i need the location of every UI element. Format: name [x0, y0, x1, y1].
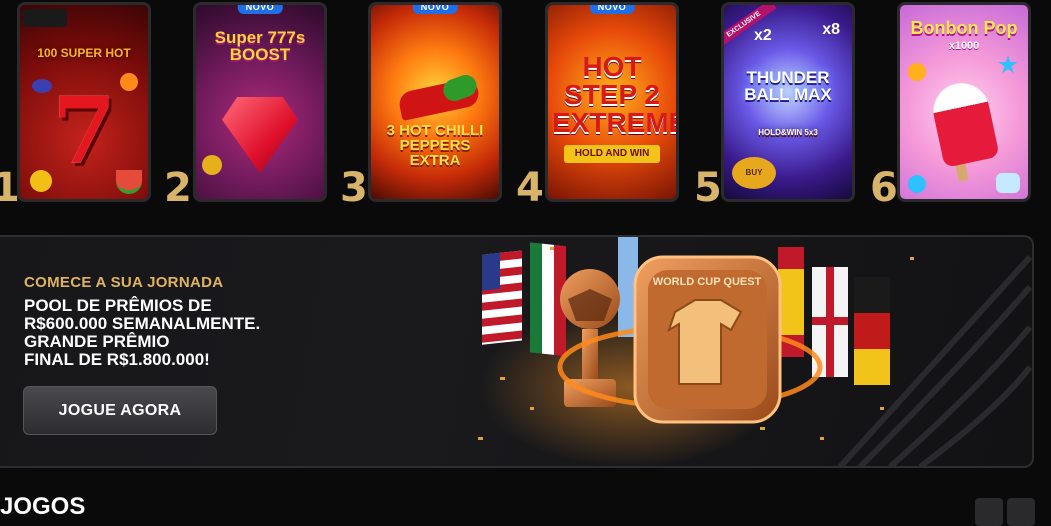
promo-artwork: WORLD CUP QUEST	[478, 237, 1032, 466]
candy-icon	[908, 175, 926, 193]
game-title: Super 777s BOOST	[214, 28, 306, 64]
new-badge: NOVO	[412, 5, 458, 14]
lemon-icon	[30, 170, 52, 192]
game-card-3-hot-chilli-peppers-extra[interactable]: NOVO 3 HOT CHILLI PEPPERS EXTRA	[368, 2, 502, 202]
promo-headline: POOL DE PRÊMIOS DE R$600.000 SEMANALMENT…	[24, 297, 354, 369]
multiplier-label: x2	[754, 27, 772, 44]
promo-kicker: COMECE A SUA JORNADA	[24, 274, 224, 291]
game-card-thunder-ball-max[interactable]: EXCLUSIVE x2 x8 THUNDER BALL MAX HOLD&WI…	[721, 2, 855, 202]
game-title: 100 SUPER HOT	[37, 46, 131, 60]
headline-line: GRANDE PRÊMIO	[24, 332, 170, 351]
headline-line: R$600.000 SEMANALMENTE.	[24, 314, 261, 333]
carousel-nav	[975, 498, 1035, 526]
candy-icon	[908, 63, 926, 81]
orange-icon	[120, 73, 138, 91]
game-card-super-777s-boost[interactable]: NOVO Super 777s BOOST	[193, 2, 327, 202]
game-title: THUNDER BALL MAX	[744, 68, 832, 104]
carousel-prev-button[interactable]	[975, 498, 1003, 526]
game-title: 3 HOT CHILLI PEPPERS EXTRA	[386, 122, 484, 169]
game-title: HOT STEP 2 EXTREME	[552, 51, 679, 138]
plum-icon	[32, 79, 52, 93]
badge-title: WORLD CUP QUEST	[653, 276, 762, 288]
multiplier-label: x1000	[948, 40, 980, 52]
buy-bonus-icon: BUY BONUS	[732, 157, 776, 189]
new-badge: NOVO	[589, 5, 635, 14]
game-card-bonbon-pop[interactable]: Bonbon Pop x1000	[897, 2, 1031, 202]
multiplier-label: x8	[822, 21, 840, 38]
candy-icon	[996, 173, 1020, 193]
game-title: Bonbon Pop	[910, 18, 1018, 38]
game-card-hot-step-2-extreme[interactable]: NOVO HOT STEP 2 EXTREME HOLD AND WIN	[545, 2, 679, 202]
play-now-button[interactable]: JOGUE AGORA	[23, 386, 217, 435]
hold-and-win-label: HOLD AND WIN	[564, 145, 660, 163]
rank-number: 6	[870, 165, 898, 211]
rank-number: 3	[340, 165, 368, 211]
promo-banner[interactable]: COMECE A SUA JORNADA POOL DE PRÊMIOS DE …	[0, 235, 1034, 468]
top-games-row: 1 100 SUPER HOT 7 2 NOVO Super 777s BOOS…	[0, 0, 1051, 210]
rank-number: 2	[164, 165, 192, 211]
coin-icon	[202, 155, 222, 175]
hold-win-label: HOLD&WIN 5x3	[758, 128, 818, 137]
seven-icon: 7	[51, 77, 116, 185]
section-title: JOGOS	[0, 493, 86, 520]
game-card-100-super-hot[interactable]: 100 SUPER HOT 7	[17, 2, 151, 202]
headline-line: POOL DE PRÊMIOS DE	[24, 296, 212, 315]
new-badge: NOVO	[237, 5, 283, 14]
rank-number: 4	[516, 165, 544, 211]
carousel-next-button[interactable]	[1007, 498, 1035, 526]
headline-line: FINAL DE R$1.800.000!	[24, 350, 210, 369]
rank-number: 5	[694, 165, 722, 211]
